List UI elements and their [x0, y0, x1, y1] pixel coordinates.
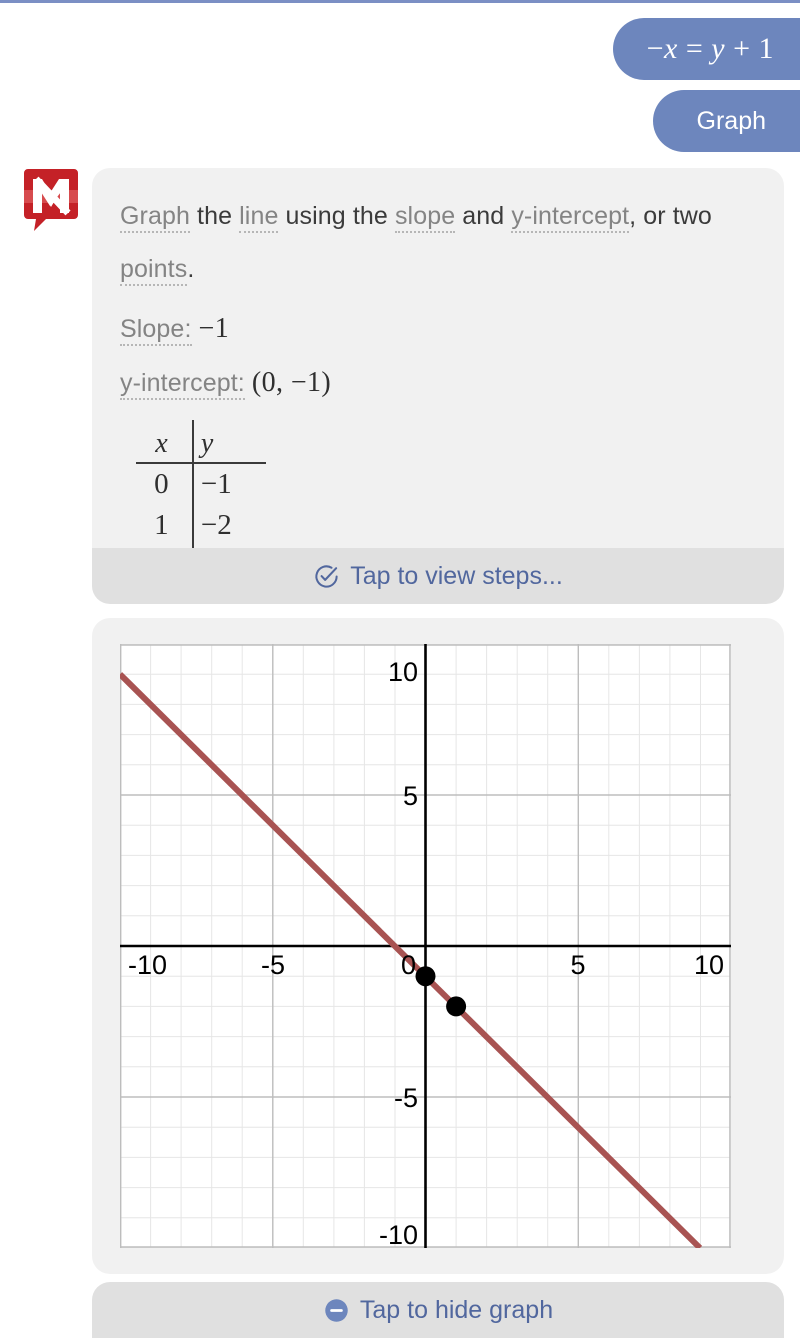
instruction-term-points: points	[120, 255, 188, 286]
table-row: 0 −1	[136, 464, 266, 505]
graph-action-label: Graph	[696, 106, 766, 135]
table-cell-y: −2	[200, 509, 232, 541]
minus-circle-icon	[325, 1298, 348, 1322]
table-cell-x: 0	[154, 468, 169, 500]
x-tick-label-0: 0	[401, 950, 416, 980]
top-divider	[0, 0, 800, 3]
x-tick-label-10: 10	[694, 950, 724, 980]
instruction-word-the: the	[197, 202, 233, 230]
graph-action-bubble[interactable]: Graph	[652, 90, 800, 152]
table-cell-x: 1	[154, 509, 169, 541]
y-tick-label-10: 10	[388, 657, 418, 687]
y-tick-label-5: 5	[403, 781, 418, 811]
answer-card: Graph the line using the slope and y-int…	[92, 168, 784, 560]
table-header-x: x	[155, 428, 168, 459]
tap-to-view-steps-label: Tap to view steps...	[350, 561, 563, 590]
coordinate-plane[interactable]: -10 -5 0 5 10 10 5 -5 -10	[120, 644, 731, 1248]
y-intercept-label: y-intercept:	[120, 369, 245, 400]
table-cell-y: −1	[200, 468, 232, 500]
instruction-term-slope: slope	[394, 202, 456, 233]
instruction-term-y-intercept: y-intercept	[511, 202, 630, 233]
graph-card[interactable]: -10 -5 0 5 10 10 5 -5 -10	[92, 618, 784, 1274]
data-point-1-neg2[interactable]	[446, 996, 467, 1017]
slope-label: Slope:	[120, 315, 192, 346]
tap-to-hide-graph-label: Tap to hide graph	[359, 1295, 554, 1324]
graph-plot-area[interactable]: -10 -5 0 5 10 10 5 -5 -10	[120, 644, 731, 1248]
table-header-row: x y	[136, 424, 266, 462]
query-text: −x = y + 1	[646, 32, 774, 65]
table-row: 1 −2	[136, 505, 266, 546]
check-circle-icon	[315, 564, 338, 588]
mathway-logo-icon	[24, 169, 78, 231]
instruction-term-graph: Graph	[120, 202, 190, 233]
mathway-logo	[24, 169, 78, 231]
instruction-term-line: line	[239, 202, 279, 233]
y-tick-label--10: -10	[379, 1220, 418, 1248]
table-vertical-rule	[192, 420, 194, 548]
instruction-word-and: and	[462, 202, 505, 230]
instruction-words-or-two: , or two	[629, 202, 712, 230]
x-tick-label--5: -5	[261, 950, 285, 980]
tap-to-view-steps-button[interactable]: Tap to view steps...	[92, 548, 784, 604]
xy-table: x y 0 −1 1 −2	[136, 420, 266, 548]
data-point-0-neg1[interactable]	[415, 966, 436, 987]
instruction-words-using-the: using the	[285, 202, 388, 230]
slope-value: −1	[198, 313, 230, 344]
instruction-text: Graph the line using the slope and y-int…	[120, 190, 756, 296]
y-intercept-value: (0, −1)	[251, 367, 332, 398]
slope-row: Slope: −1	[120, 302, 756, 356]
table-header-y: y	[200, 428, 214, 459]
y-tick-label--5: -5	[394, 1083, 418, 1113]
instruction-period: .	[187, 255, 195, 283]
y-intercept-row: y-intercept: (0, −1)	[120, 356, 756, 410]
x-tick-label-5: 5	[570, 950, 585, 980]
query-bubble[interactable]: −x = y + 1	[612, 18, 800, 80]
x-tick-label--10: -10	[128, 950, 167, 980]
tap-to-hide-graph-button[interactable]: Tap to hide graph	[92, 1282, 784, 1338]
